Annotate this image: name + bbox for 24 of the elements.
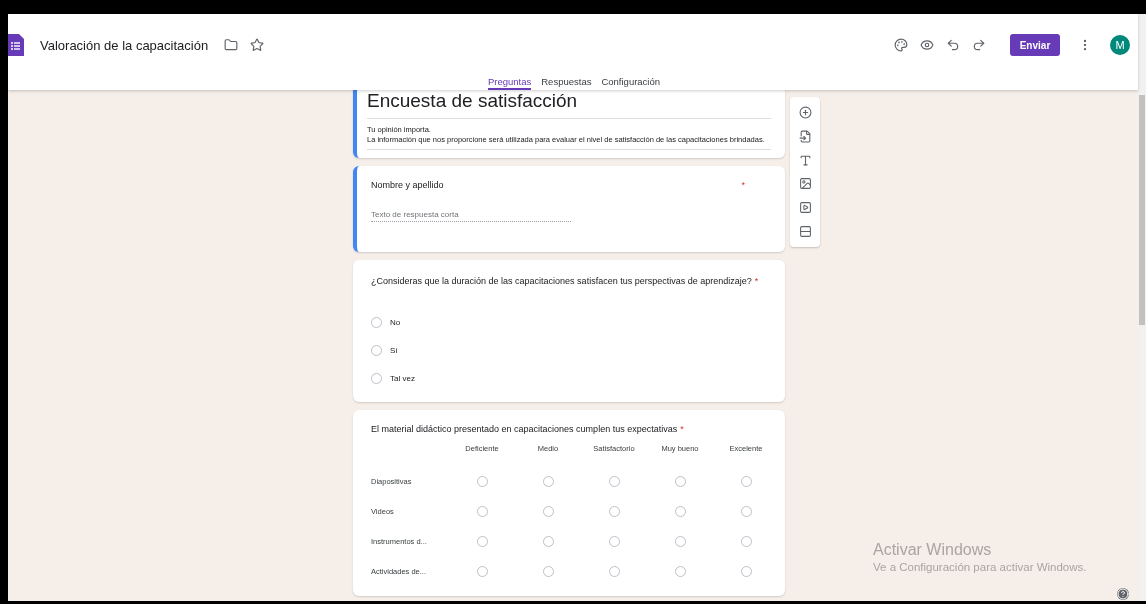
activation-title: Activar Windows <box>873 541 993 559</box>
user-avatar[interactable]: M <box>1110 35 1130 55</box>
text-size-icon[interactable] <box>798 153 812 167</box>
required-asterisk: * <box>741 180 745 190</box>
form-title: Encuesta de satisfacción <box>367 90 771 119</box>
option-label: Tal vez <box>390 373 415 383</box>
option-label: No <box>390 317 401 327</box>
question-title: ¿Consideras que la duración de las capacitaciones satisfacen tus perspectivas de aprendizaje? <box>371 276 752 286</box>
question-title: Nombre y apellido <box>371 180 444 190</box>
required-asterisk: * <box>754 276 759 286</box>
document-title: Valoración de la capacitación <box>40 37 209 53</box>
tab[interactable]: Respuestas <box>541 76 592 90</box>
required-asterisk: * <box>680 424 684 434</box>
video-icon[interactable] <box>798 200 812 214</box>
tab[interactable]: Configuración <box>601 76 661 90</box>
activation-text: Ve a Configuración para activar Windows. <box>873 561 1087 573</box>
import-icon[interactable] <box>798 130 812 143</box>
question-title: El material didáctico presentado en capacitaciones cumplen tus expectativas <box>371 424 678 434</box>
add-question-icon[interactable] <box>798 106 812 120</box>
option-label: Sí <box>390 345 398 355</box>
image-icon[interactable] <box>798 177 812 191</box>
scrollbar[interactable] <box>1138 14 1146 601</box>
section-icon[interactable] <box>798 224 812 238</box>
send-button[interactable]: Enviar <box>1010 34 1060 56</box>
